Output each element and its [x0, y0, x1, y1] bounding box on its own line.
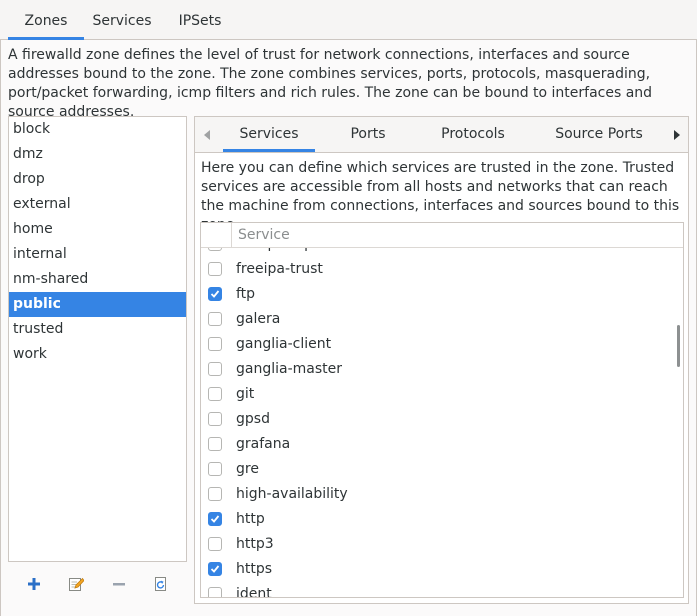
- reload-icon: [155, 577, 166, 591]
- service-name: gre: [236, 461, 259, 477]
- checkmark-icon: [210, 290, 220, 298]
- zone-list[interactable]: block dmz drop external home internal nm…: [8, 116, 187, 562]
- service-name: ganglia-client: [236, 336, 332, 352]
- service-row[interactable]: gre: [201, 457, 671, 482]
- reload-zone-button[interactable]: [149, 572, 173, 596]
- service-name: ident: [236, 586, 272, 598]
- tab-services[interactable]: Services: [84, 0, 160, 40]
- service-checkbox[interactable]: [208, 312, 222, 326]
- checkmark-icon: [210, 515, 220, 523]
- chevron-right-icon: [674, 129, 680, 140]
- service-row[interactable]: ganglia-master: [201, 357, 671, 382]
- service-checkbox[interactable]: [208, 262, 222, 276]
- service-row[interactable]: git: [201, 382, 671, 407]
- zone-settings-tab-bar: Services Ports Protocols Source Ports: [195, 117, 688, 153]
- tab-zone-services[interactable]: Services: [223, 117, 315, 152]
- service-column-header[interactable]: Service: [231, 223, 290, 248]
- service-row[interactable]: ganglia-client: [201, 332, 671, 357]
- zone-item-external[interactable]: external: [9, 192, 186, 217]
- service-row[interactable]: grafana: [201, 432, 671, 457]
- service-name: ftp: [236, 286, 256, 302]
- minus-icon: [113, 583, 125, 586]
- zone-item-nm-shared[interactable]: nm-shared: [9, 267, 186, 292]
- service-checkbox[interactable]: [208, 362, 222, 376]
- service-row[interactable]: https: [201, 557, 671, 582]
- services-table[interactable]: Service freeipa-replication freeipa-trus…: [200, 222, 684, 598]
- service-checkbox[interactable]: [208, 537, 222, 551]
- chevron-left-icon: [204, 129, 210, 140]
- service-checkbox[interactable]: [208, 337, 222, 351]
- edit-zone-button[interactable]: [64, 572, 88, 596]
- service-name: high-availability: [236, 486, 348, 502]
- service-name: https: [236, 561, 273, 577]
- zone-item-trusted[interactable]: trusted: [9, 317, 186, 342]
- tab-zone-source-ports[interactable]: Source Ports: [547, 117, 651, 152]
- service-checkbox[interactable]: [208, 512, 222, 526]
- zone-item-home[interactable]: home: [9, 217, 186, 242]
- service-name: git: [236, 386, 255, 402]
- service-name: gpsd: [236, 411, 270, 427]
- service-name: http: [236, 511, 265, 527]
- services-table-header: Service: [201, 223, 683, 248]
- service-name: galera: [236, 311, 281, 327]
- service-name: freeipa-trust: [236, 261, 323, 277]
- service-row[interactable]: high-availability: [201, 482, 671, 507]
- service-checkbox[interactable]: [208, 437, 222, 451]
- service-row[interactable]: gpsd: [201, 407, 671, 432]
- zone-item-work[interactable]: work: [9, 342, 186, 367]
- service-checkbox[interactable]: [208, 412, 222, 426]
- service-row[interactable]: galera: [201, 307, 671, 332]
- zone-toolbar: [8, 562, 187, 604]
- service-checkbox[interactable]: [208, 287, 222, 301]
- service-row[interactable]: http: [201, 507, 671, 532]
- zones-description: A firewalld zone defines the level of tr…: [8, 47, 653, 120]
- service-row[interactable]: ftp: [201, 282, 671, 307]
- plus-icon: [28, 578, 40, 590]
- service-name: ganglia-master: [236, 361, 343, 377]
- tab-zone-protocols[interactable]: Protocols: [423, 117, 523, 152]
- service-checkbox[interactable]: [208, 387, 222, 401]
- service-checkbox[interactable]: [208, 587, 222, 597]
- scroll-tabs-right-button[interactable]: [667, 117, 687, 152]
- scroll-tabs-left-button[interactable]: [197, 117, 217, 152]
- remove-zone-button[interactable]: [107, 572, 131, 596]
- tab-zone-ports[interactable]: Ports: [327, 117, 409, 152]
- zone-item-drop[interactable]: drop: [9, 167, 186, 192]
- add-zone-button[interactable]: [22, 572, 46, 596]
- service-row[interactable]: freeipa-trust: [201, 257, 671, 282]
- zone-item-dmz[interactable]: dmz: [9, 142, 186, 167]
- edit-icon: [69, 577, 84, 591]
- zone-item-internal[interactable]: internal: [9, 242, 186, 267]
- service-row[interactable]: http3: [201, 532, 671, 557]
- service-checkbox[interactable]: [208, 562, 222, 576]
- checkmark-icon: [210, 565, 220, 573]
- services-scrollbar[interactable]: [677, 325, 680, 367]
- service-checkbox[interactable]: [208, 487, 222, 501]
- service-name: http3: [236, 536, 274, 552]
- service-checkbox[interactable]: [208, 462, 222, 476]
- zone-item-block[interactable]: block: [9, 117, 186, 142]
- tab-zones[interactable]: Zones: [8, 0, 84, 40]
- tab-ipsets[interactable]: IPSets: [160, 0, 240, 40]
- service-row[interactable]: ident: [201, 582, 671, 598]
- top-tab-bar: Zones Services IPSets: [0, 0, 697, 40]
- zone-item-public[interactable]: public: [9, 292, 186, 317]
- service-name: grafana: [236, 436, 291, 452]
